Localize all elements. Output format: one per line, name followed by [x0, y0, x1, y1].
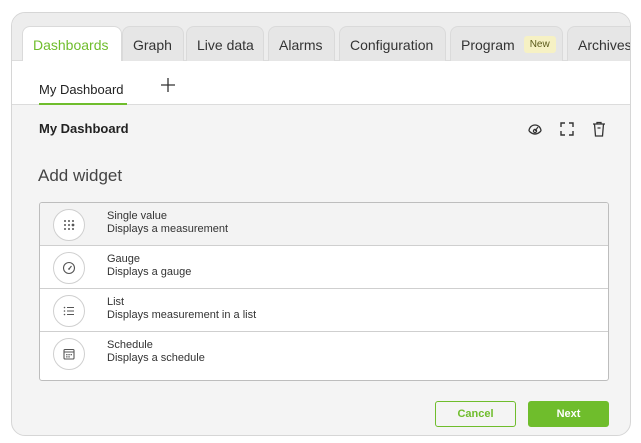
widget-option-title: Schedule	[107, 339, 153, 351]
gauge-icon	[53, 252, 85, 284]
tab-alarms[interactable]: Alarms	[268, 26, 335, 62]
dashboard-title: My Dashboard	[39, 121, 129, 136]
widget-option-description: Displays a gauge	[107, 266, 192, 278]
widget-option-description: Displays a schedule	[107, 352, 205, 364]
tab-archives-label: Archives	[578, 36, 631, 53]
tab-program[interactable]: Program New	[450, 26, 563, 62]
calendar-icon	[53, 338, 85, 370]
tab-graph-label: Graph	[133, 36, 172, 53]
tab-live-data[interactable]: Live data	[186, 26, 264, 62]
dot-grid-icon	[53, 209, 85, 241]
add-widget-heading: Add widget	[38, 166, 123, 185]
subtab-my-dashboard[interactable]: My Dashboard	[39, 82, 124, 97]
cancel-button[interactable]: Cancel	[435, 401, 516, 427]
dashboard-panel: Dashboards Graph Live data Alarms Config…	[11, 12, 631, 436]
widget-option-single-value[interactable]: Single value Displays a measurement	[40, 203, 608, 246]
widget-option-list[interactable]: List Displays measurement in a list	[40, 289, 608, 332]
widget-list: Single value Displays a measurement Gaug…	[39, 202, 609, 381]
fullscreen-icon[interactable]	[558, 120, 576, 138]
tab-configuration[interactable]: Configuration	[339, 26, 446, 62]
tab-dashboards-label: Dashboards	[33, 37, 109, 53]
new-badge: New	[523, 36, 556, 53]
tab-program-label: Program	[461, 36, 515, 53]
tab-alarms-label: Alarms	[279, 36, 323, 53]
list-icon	[53, 295, 85, 327]
widget-option-description: Displays measurement in a list	[107, 309, 257, 321]
gauge-icon[interactable]	[526, 120, 544, 138]
tab-dashboards[interactable]: Dashboards	[22, 26, 122, 63]
tab-live-data-label: Live data	[197, 36, 254, 53]
widget-option-schedule[interactable]: Schedule Displays a schedule	[40, 332, 608, 375]
widget-option-title: Single value	[107, 210, 167, 222]
next-button[interactable]: Next	[528, 401, 609, 427]
widget-option-gauge[interactable]: Gauge Displays a gauge	[40, 246, 608, 289]
main-tab-bar: Dashboards Graph Live data Alarms Config…	[12, 13, 631, 63]
plus-icon[interactable]	[159, 76, 177, 94]
tab-archives[interactable]: Archives	[567, 26, 631, 62]
widget-option-title: Gauge	[107, 253, 141, 265]
tab-configuration-label: Configuration	[350, 36, 434, 53]
tab-graph[interactable]: Graph	[122, 26, 184, 62]
subtab-active-indicator	[39, 103, 127, 105]
widget-option-title: List	[107, 296, 125, 308]
trash-icon[interactable]	[590, 120, 608, 138]
widget-option-description: Displays a measurement	[107, 223, 229, 235]
dashboard-subtab-bar: My Dashboard	[12, 61, 630, 105]
